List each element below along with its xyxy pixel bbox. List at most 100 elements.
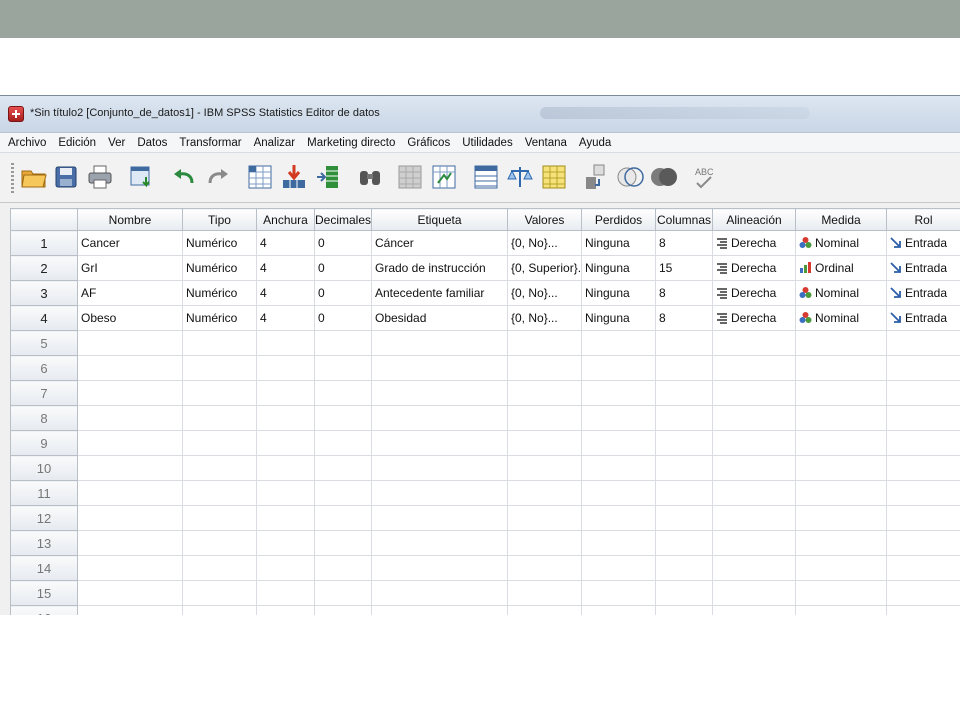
cell-perdidos[interactable]: Ninguna bbox=[581, 230, 656, 256]
menu-edicion[interactable]: Edición bbox=[58, 137, 96, 149]
cell-decimales[interactable] bbox=[314, 430, 372, 456]
find-icon[interactable] bbox=[356, 163, 384, 191]
cell-etiqueta[interactable]: Antecedente familiar bbox=[371, 280, 508, 306]
menu-marketing-directo[interactable]: Marketing directo bbox=[307, 137, 395, 149]
cell-columnas[interactable] bbox=[655, 480, 713, 506]
row-number[interactable]: 10 bbox=[10, 455, 78, 481]
cell-nombre[interactable]: Cancer bbox=[77, 230, 183, 256]
row-number[interactable]: 8 bbox=[10, 405, 78, 431]
cell-etiqueta[interactable] bbox=[371, 480, 508, 506]
cell-medida[interactable] bbox=[795, 580, 887, 606]
cell-perdidos[interactable] bbox=[581, 330, 656, 356]
menu-datos[interactable]: Datos bbox=[137, 137, 167, 149]
cell-perdidos[interactable] bbox=[581, 430, 656, 456]
cell-columnas[interactable] bbox=[655, 330, 713, 356]
cell-nombre[interactable] bbox=[77, 405, 183, 431]
cell-decimales[interactable] bbox=[314, 405, 372, 431]
cell-alineacion[interactable] bbox=[712, 605, 796, 615]
cell-columnas[interactable]: 15 bbox=[655, 255, 713, 281]
cell-medida[interactable] bbox=[795, 330, 887, 356]
cell-etiqueta[interactable] bbox=[371, 505, 508, 531]
cell-decimales[interactable] bbox=[314, 555, 372, 581]
dialog-recall-icon[interactable] bbox=[128, 163, 156, 191]
cell-valores[interactable] bbox=[507, 455, 582, 481]
cell-etiqueta[interactable]: Cáncer bbox=[371, 230, 508, 256]
cell-tipo[interactable] bbox=[182, 555, 257, 581]
cell-valores[interactable]: {0, Superior}... bbox=[507, 255, 582, 281]
cell-anchura[interactable] bbox=[256, 380, 315, 406]
header-valores[interactable]: Valores bbox=[507, 208, 582, 231]
cell-decimales[interactable] bbox=[314, 455, 372, 481]
cell-anchura[interactable] bbox=[256, 580, 315, 606]
cell-columnas[interactable] bbox=[655, 355, 713, 381]
row-number[interactable]: 13 bbox=[10, 530, 78, 556]
cell-tipo[interactable] bbox=[182, 380, 257, 406]
cell-etiqueta[interactable] bbox=[371, 330, 508, 356]
header-perdidos[interactable]: Perdidos bbox=[581, 208, 656, 231]
cell-rol[interactable] bbox=[886, 355, 960, 381]
row-number[interactable]: 15 bbox=[10, 580, 78, 606]
cell-rol[interactable] bbox=[886, 430, 960, 456]
cell-valores[interactable] bbox=[507, 480, 582, 506]
cell-alineacion[interactable] bbox=[712, 530, 796, 556]
use-sets-icon[interactable] bbox=[616, 163, 644, 191]
cell-tipo[interactable]: Numérico bbox=[182, 255, 257, 281]
cell-etiqueta[interactable]: Obesidad bbox=[371, 305, 508, 331]
cell-medida[interactable] bbox=[795, 605, 887, 615]
cell-alineacion[interactable] bbox=[712, 380, 796, 406]
split-file-icon[interactable] bbox=[472, 163, 500, 191]
cell-perdidos[interactable] bbox=[581, 605, 656, 615]
cell-anchura[interactable]: 4 bbox=[256, 230, 315, 256]
cell-columnas[interactable]: 8 bbox=[655, 230, 713, 256]
cell-perdidos[interactable] bbox=[581, 530, 656, 556]
cell-valores[interactable] bbox=[507, 430, 582, 456]
redo-icon[interactable] bbox=[204, 163, 232, 191]
cell-nombre[interactable] bbox=[77, 380, 183, 406]
cell-medida[interactable]: Nominal bbox=[795, 280, 887, 306]
cell-columnas[interactable] bbox=[655, 580, 713, 606]
row-number[interactable]: 4 bbox=[10, 305, 78, 331]
cell-etiqueta[interactable] bbox=[371, 530, 508, 556]
cell-valores[interactable]: {0, No}... bbox=[507, 305, 582, 331]
cell-perdidos[interactable] bbox=[581, 405, 656, 431]
cell-rol[interactable] bbox=[886, 480, 960, 506]
cell-rol[interactable] bbox=[886, 505, 960, 531]
goto-case-icon[interactable] bbox=[246, 163, 274, 191]
cell-rol[interactable] bbox=[886, 405, 960, 431]
cell-decimales[interactable]: 0 bbox=[314, 255, 372, 281]
cell-decimales[interactable] bbox=[314, 355, 372, 381]
cell-valores[interactable] bbox=[507, 505, 582, 531]
cell-columnas[interactable] bbox=[655, 555, 713, 581]
cell-perdidos[interactable] bbox=[581, 555, 656, 581]
cell-nombre[interactable] bbox=[77, 530, 183, 556]
cell-nombre[interactable] bbox=[77, 455, 183, 481]
cell-alineacion[interactable]: Derecha bbox=[712, 255, 796, 281]
cell-perdidos[interactable] bbox=[581, 505, 656, 531]
cell-valores[interactable] bbox=[507, 530, 582, 556]
cell-nombre[interactable]: AF bbox=[77, 280, 183, 306]
cell-nombre[interactable] bbox=[77, 330, 183, 356]
variables-icon[interactable] bbox=[314, 163, 342, 191]
cell-columnas[interactable] bbox=[655, 505, 713, 531]
cell-columnas[interactable] bbox=[655, 455, 713, 481]
row-number[interactable]: 11 bbox=[10, 480, 78, 506]
cell-decimales[interactable] bbox=[314, 380, 372, 406]
cell-tipo[interactable]: Numérico bbox=[182, 230, 257, 256]
cell-medida[interactable] bbox=[795, 355, 887, 381]
cell-rol[interactable] bbox=[886, 530, 960, 556]
cell-nombre[interactable] bbox=[77, 430, 183, 456]
cell-medida[interactable] bbox=[795, 380, 887, 406]
cell-medida[interactable] bbox=[795, 530, 887, 556]
row-number[interactable]: 1 bbox=[10, 230, 78, 256]
cell-nombre[interactable] bbox=[77, 355, 183, 381]
row-number[interactable]: 7 bbox=[10, 380, 78, 406]
cell-medida[interactable] bbox=[795, 430, 887, 456]
row-number[interactable]: 12 bbox=[10, 505, 78, 531]
header-nombre[interactable]: Nombre bbox=[77, 208, 183, 231]
cell-alineacion[interactable] bbox=[712, 330, 796, 356]
cell-perdidos[interactable]: Ninguna bbox=[581, 255, 656, 281]
cell-tipo[interactable] bbox=[182, 330, 257, 356]
cell-etiqueta[interactable] bbox=[371, 455, 508, 481]
cell-nombre[interactable] bbox=[77, 555, 183, 581]
cell-medida[interactable]: Ordinal bbox=[795, 255, 887, 281]
